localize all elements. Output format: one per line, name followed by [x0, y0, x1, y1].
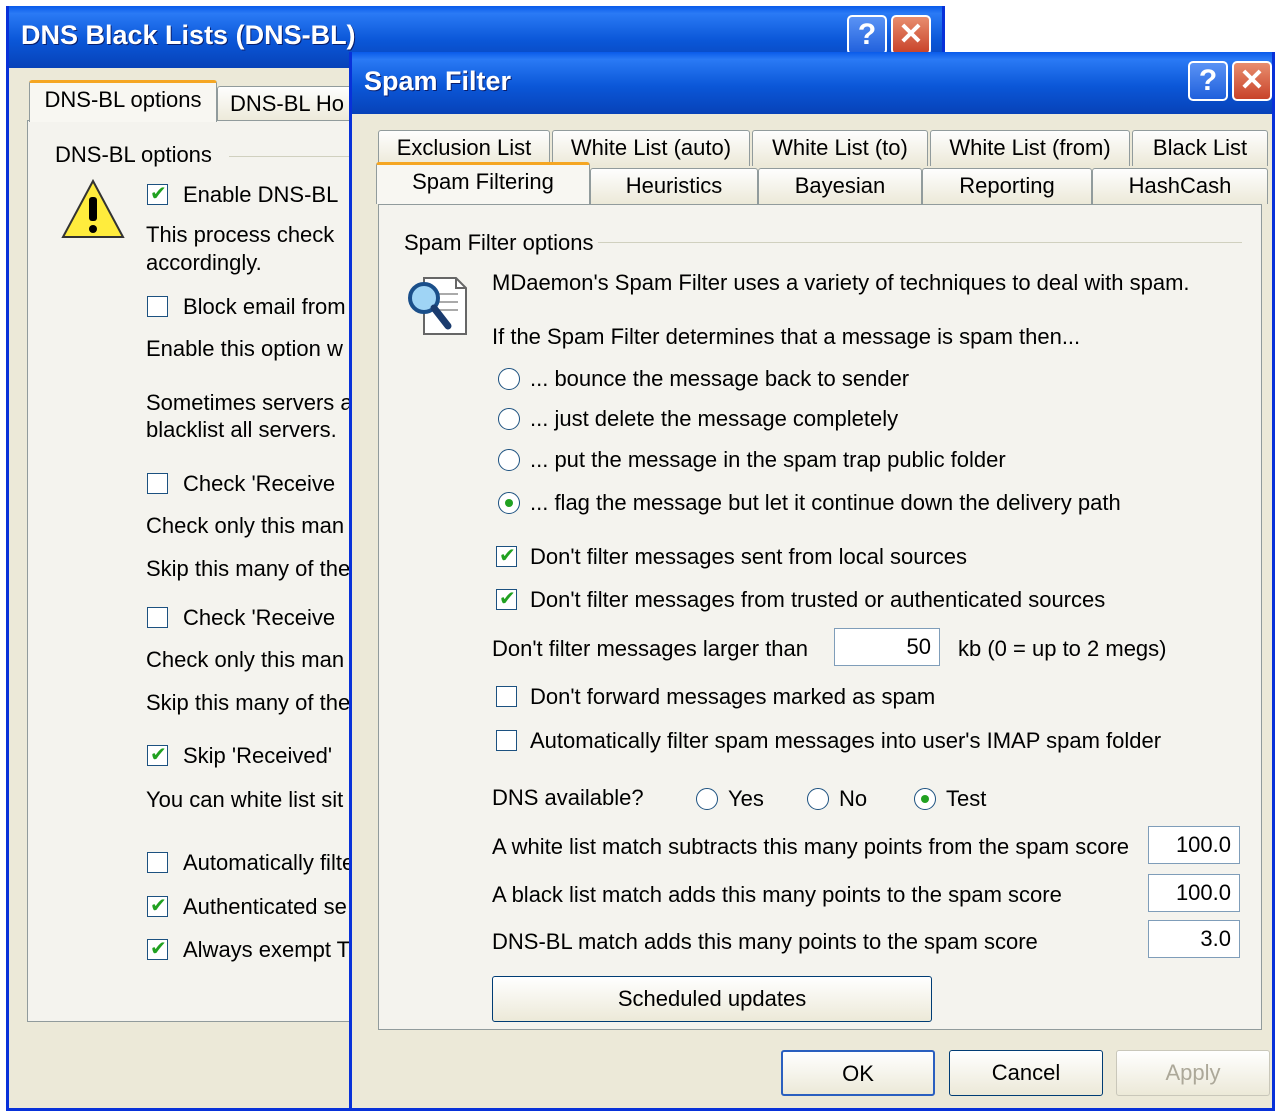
- check-received-2-checkbox[interactable]: [147, 607, 168, 628]
- scheduled-updates-button[interactable]: Scheduled updates: [492, 976, 932, 1022]
- enable-dnsbl-label: Enable DNS-BL: [183, 182, 339, 207]
- dnsbl-desc-2: accordingly.: [146, 250, 262, 275]
- radio-delete-label: ... just delete the message completely: [530, 406, 899, 431]
- trusted-sources-checkbox[interactable]: [496, 586, 517, 611]
- document-magnifier-icon: [408, 277, 467, 335]
- radio-flag[interactable]: [498, 492, 520, 514]
- black-score-input[interactable]: 100.0: [1148, 874, 1240, 912]
- radio-delete[interactable]: [498, 408, 520, 430]
- radio-bounce[interactable]: [498, 368, 520, 390]
- dnsbl-desc-8: Check only this man: [146, 647, 345, 672]
- dns-yes-radio[interactable]: [696, 788, 718, 810]
- apply-button[interactable]: Apply: [1116, 1050, 1270, 1096]
- size-input[interactable]: 50: [834, 628, 940, 666]
- tab-hashcash[interactable]: HashCash: [1092, 168, 1268, 204]
- tab-dnsbl-hosts[interactable]: DNS-BL Ho: [217, 86, 357, 122]
- close-icon[interactable]: ✕: [1232, 61, 1272, 101]
- radio-spam-trap-label: ... put the message in the spam trap pub…: [530, 447, 1006, 472]
- spam-titlebar[interactable]: Spam Filter ? ✕: [352, 52, 1272, 114]
- dnsbl-desc-9: Skip this many of the: [146, 690, 351, 715]
- spam-filter-window: Spam Filter ? ✕ Exclusion List White Lis…: [349, 52, 1275, 1111]
- always-exempt-label: Always exempt T: [183, 937, 351, 962]
- radio-bounce-label: ... bounce the message back to sender: [530, 366, 910, 391]
- tab-white-list-from[interactable]: White List (from): [930, 130, 1130, 166]
- local-sources-label: Don't filter messages sent from local so…: [530, 544, 968, 569]
- dns-label: DNS available?: [492, 785, 644, 810]
- dns-no-radio[interactable]: [807, 788, 829, 810]
- imap-filter-label: Automatically filter spam messages into …: [530, 728, 1162, 753]
- help-icon[interactable]: ?: [1188, 61, 1228, 101]
- radio-spam-trap[interactable]: [498, 449, 520, 471]
- tab-dnsbl-options[interactable]: DNS-BL options: [29, 80, 217, 122]
- spam-group-label: Spam Filter options: [404, 230, 594, 255]
- block-email-checkbox[interactable]: [147, 296, 168, 317]
- dnsbl-title: DNS Black Lists (DNS-BL): [21, 20, 356, 50]
- dnsbl-desc-4: Sometimes servers a: [146, 390, 353, 415]
- auto-filter-checkbox[interactable]: [147, 852, 168, 873]
- warning-icon: [61, 179, 125, 238]
- dns-test-label: Test: [946, 786, 987, 811]
- dns-test-radio[interactable]: [914, 788, 936, 810]
- tab-white-list-to[interactable]: White List (to): [752, 130, 928, 166]
- check-received-1-label: Check 'Receive: [183, 471, 336, 496]
- spam-title: Spam Filter: [364, 66, 512, 96]
- dns-yes-label: Yes: [728, 786, 764, 811]
- cancel-button[interactable]: Cancel: [949, 1050, 1103, 1096]
- dnsbl-score-input[interactable]: 3.0: [1148, 920, 1240, 958]
- tab-heuristics[interactable]: Heuristics: [590, 168, 758, 204]
- skip-received-label: Skip 'Received': [183, 743, 333, 768]
- dnsbl-desc-6: Check only this man: [146, 513, 345, 538]
- block-email-label: Block email from: [183, 294, 346, 319]
- authenticated-checkbox[interactable]: [147, 893, 168, 918]
- auto-filter-label: Automatically filte: [183, 850, 355, 875]
- dnsbl-desc-1: This process check: [146, 222, 335, 247]
- check-received-1-checkbox[interactable]: [147, 473, 168, 494]
- no-forward-label: Don't forward messages marked as spam: [530, 684, 936, 709]
- size-unit: kb (0 = up to 2 megs): [958, 636, 1167, 661]
- trusted-sources-label: Don't filter messages from trusted or au…: [530, 587, 1106, 612]
- check-received-2-label: Check 'Receive: [183, 605, 336, 630]
- dnsbl-desc-3: Enable this option w: [146, 336, 343, 361]
- dnsbl-desc-7: Skip this many of the: [146, 556, 351, 581]
- tab-exclusion-list[interactable]: Exclusion List: [378, 130, 550, 166]
- tab-black-list[interactable]: Black List: [1132, 130, 1268, 166]
- white-score-label: A white list match subtracts this many p…: [492, 834, 1130, 859]
- dns-no-label: No: [839, 786, 868, 811]
- intro-text: MDaemon's Spam Filter uses a variety of …: [492, 270, 1190, 295]
- black-score-label: A black list match adds this many points…: [492, 882, 1062, 907]
- authenticated-label: Authenticated se: [183, 894, 347, 919]
- question-text: If the Spam Filter determines that a mes…: [492, 324, 1081, 349]
- dnsbl-group-label: DNS-BL options: [55, 142, 212, 167]
- enable-dnsbl-checkbox[interactable]: [147, 181, 168, 206]
- ok-button[interactable]: OK: [781, 1050, 935, 1096]
- tab-white-list-auto[interactable]: White List (auto): [552, 130, 750, 166]
- size-label: Don't filter messages larger than: [492, 636, 809, 661]
- tab-bayesian[interactable]: Bayesian: [758, 168, 922, 204]
- tab-reporting[interactable]: Reporting: [922, 168, 1092, 204]
- always-exempt-checkbox[interactable]: [147, 936, 168, 961]
- skip-received-checkbox[interactable]: [147, 742, 168, 767]
- radio-flag-label: ... flag the message but let it continue…: [530, 490, 1121, 515]
- tab-spam-filtering[interactable]: Spam Filtering: [376, 162, 590, 204]
- close-icon[interactable]: ✕: [891, 15, 931, 55]
- dnsbl-desc-5: blacklist all servers.: [146, 417, 337, 442]
- white-score-input[interactable]: 100.0: [1148, 826, 1240, 864]
- imap-filter-checkbox[interactable]: [496, 730, 517, 751]
- dnsbl-score-label: DNS-BL match adds this many points to th…: [492, 929, 1038, 954]
- no-forward-checkbox[interactable]: [496, 686, 517, 707]
- local-sources-checkbox[interactable]: [496, 543, 517, 568]
- dnsbl-desc-10: You can white list sit: [146, 787, 344, 812]
- help-icon[interactable]: ?: [847, 15, 887, 55]
